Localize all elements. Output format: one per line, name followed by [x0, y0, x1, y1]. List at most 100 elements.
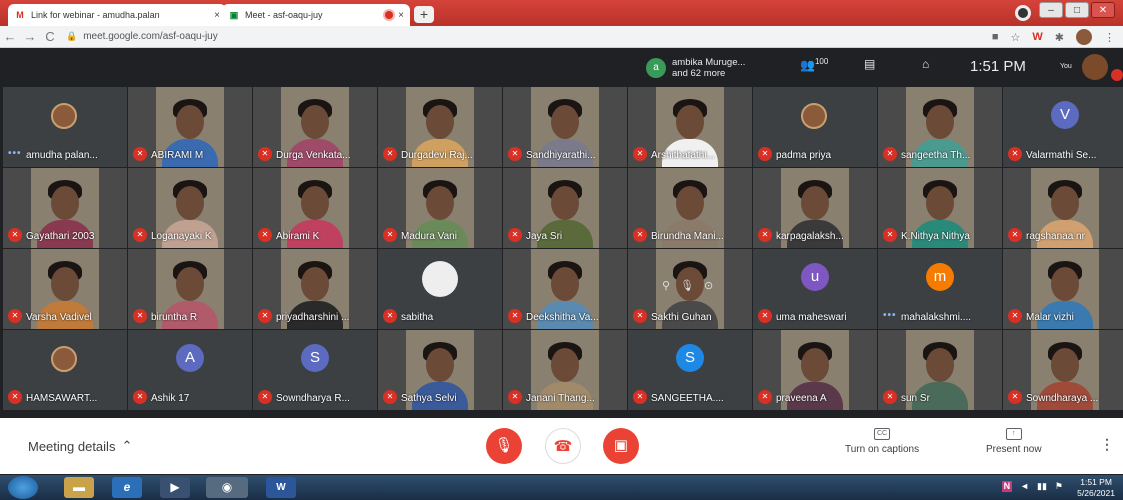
participant-tile[interactable]: ✕ Sandhiyarathi...	[503, 87, 627, 167]
participant-tile[interactable]: ✕ Madura Vani	[378, 168, 502, 248]
system-time: 1:51 PM	[1080, 477, 1112, 487]
back-icon[interactable]: ←	[0, 29, 20, 44]
muted-mic-icon: ✕	[8, 309, 22, 323]
participant-tile[interactable]: ✕ Arshithafathi...	[628, 87, 752, 167]
minimize-button[interactable]: –	[1039, 2, 1063, 18]
extension-w-icon[interactable]: W	[1032, 31, 1042, 43]
tab-meet[interactable]: ▣ Meet - asf-oaqu-juy ×	[222, 4, 410, 26]
leave-call-button[interactable]: ☎	[545, 428, 581, 464]
chat-icon[interactable]: ▤	[864, 57, 875, 71]
system-clock[interactable]: 1:51 PM 5/26/2021	[1077, 477, 1115, 499]
internet-explorer-icon[interactable]: e	[112, 477, 142, 498]
reload-icon[interactable]: C	[40, 29, 60, 44]
participant-tile[interactable]: m ••• mahalakshmi....	[878, 249, 1002, 329]
speaking-indicator-icon: •••	[8, 148, 22, 159]
participant-tile[interactable]: ✕ Birundha Mani...	[628, 168, 752, 248]
captions-button[interactable]: CC Turn on captions	[845, 428, 919, 455]
participant-tile[interactable]: ✕ ABIRAMI M	[128, 87, 252, 167]
participant-tile[interactable]: ✕ Deekshitha Va...	[503, 249, 627, 329]
participant-tile[interactable]: ✕ Varsha Vadivel	[3, 249, 127, 329]
volume-icon[interactable]: ◄	[1020, 481, 1029, 492]
muted-mic-icon: ✕	[258, 390, 272, 404]
participant-name: Sowndharya R...	[276, 393, 350, 404]
browser-menu-icon[interactable]: ⋮	[1104, 31, 1115, 44]
speaking-indicator-icon: •••	[883, 310, 897, 321]
participant-tile[interactable]: ✕ Abirami K	[253, 168, 377, 248]
participant-tile[interactable]: ✕ karpagalaksh...	[753, 168, 877, 248]
mic-off-icon: 🎙	[494, 437, 514, 454]
participant-name: Deekshitha Va...	[526, 312, 599, 323]
muted-mic-icon: ✕	[883, 228, 897, 242]
participants-count: 100	[814, 57, 829, 66]
tab-close-icon[interactable]: ×	[214, 10, 220, 21]
muted-mic-icon: ✕	[258, 147, 272, 161]
window-controls: – □ ✕	[1039, 2, 1115, 18]
participant-tile[interactable]: ✕ Gayathari 2003	[3, 168, 127, 248]
participant-tile[interactable]: ✕ HAMSAWART...	[3, 330, 127, 410]
participant-tile[interactable]: ✕ biruntha R	[128, 249, 252, 329]
file-explorer-icon[interactable]: ▬	[64, 477, 94, 498]
flag-icon[interactable]: ⚑	[1055, 481, 1063, 492]
participant-tile[interactable]: ✕ Sathya Selvi	[378, 330, 502, 410]
avatar: S	[301, 344, 329, 372]
participant-tile[interactable]: S ✕ Sowndharya R...	[253, 330, 377, 410]
participant-tile[interactable]: ✕ praveena A	[753, 330, 877, 410]
participant-tile[interactable]: ✕ K.Nithya Nithya	[878, 168, 1002, 248]
meeting-details-button[interactable]: Meeting details ⌃	[28, 438, 132, 454]
word-icon[interactable]: W	[266, 477, 296, 498]
avatar	[51, 346, 77, 372]
participant-tile[interactable]: ✕ priyadharshini ...	[253, 249, 377, 329]
participant-tile[interactable]: S ✕ SANGEETHA....	[628, 330, 752, 410]
activities-icon[interactable]: ⌂	[922, 57, 929, 71]
close-window-button[interactable]: ✕	[1091, 2, 1115, 18]
url-field[interactable]: 🔒 meet.google.com/asf-oaqu-juy	[66, 31, 218, 42]
participant-tile[interactable]: ✕ Durga Venkata...	[253, 87, 377, 167]
network-icon[interactable]: ▮▮	[1037, 481, 1047, 492]
media-player-icon[interactable]: ▶	[160, 477, 190, 498]
people-icon[interactable]: 👥100	[800, 57, 828, 72]
pin-icon[interactable]: ⚲	[662, 279, 670, 292]
participant-name: Sandhiyarathi...	[526, 150, 596, 161]
participant-tile[interactable]: ✕ Janani Thang...	[503, 330, 627, 410]
you-label: You	[1060, 63, 1072, 70]
participant-tile[interactable]: ✕ Jaya Sri	[503, 168, 627, 248]
maximize-button[interactable]: □	[1065, 2, 1089, 18]
tab-close-icon[interactable]: ×	[398, 10, 404, 21]
participant-tile[interactable]: ✕ sabitha	[378, 249, 502, 329]
new-tab-button[interactable]: +	[414, 6, 434, 23]
participant-tile[interactable]: ⚲ 🎙 ⊙ ✕ Sakthi Guhan	[628, 249, 752, 329]
camera-indicator-icon[interactable]: ■	[992, 31, 999, 43]
participant-tile[interactable]: ✕ padma priya	[753, 87, 877, 167]
participant-name: ragshanaa nr	[1026, 231, 1085, 242]
extensions-puzzle-icon[interactable]: ✱	[1055, 31, 1064, 44]
camera-off-button[interactable]: ▣	[603, 428, 639, 464]
browser-profile-icon[interactable]	[1015, 5, 1031, 21]
chrome-icon[interactable]: ◉	[206, 477, 248, 498]
more-options-icon[interactable]: ⋮	[1100, 436, 1114, 453]
tab-webinar-link[interactable]: M Link for webinar - amudha.palan ×	[8, 4, 226, 26]
forward-icon[interactable]: →	[20, 29, 40, 44]
participant-tile[interactable]: ••• amudha palan...	[3, 87, 127, 167]
participant-tile[interactable]: ✕ ragshanaa nr	[1003, 168, 1123, 248]
participant-tile[interactable]: u ✕ uma maheswari	[753, 249, 877, 329]
bookmark-star-icon[interactable]: ☆	[1011, 31, 1021, 44]
start-button[interactable]	[8, 476, 38, 499]
mute-participant-icon[interactable]: 🎙	[680, 279, 694, 292]
participant-tile[interactable]: ✕ Durgadevi Raj...	[378, 87, 502, 167]
self-video-avatar[interactable]	[1082, 54, 1108, 80]
mic-off-button[interactable]: 🎙	[486, 428, 522, 464]
participant-tile[interactable]: A ✕ Ashik 17	[128, 330, 252, 410]
participant-tile[interactable]: ✕ sun Sr	[878, 330, 1002, 410]
present-icon: ↑	[1005, 428, 1022, 440]
participant-tile[interactable]: ✕ Malar vizhi	[1003, 249, 1123, 329]
account-avatar-icon[interactable]	[1076, 29, 1092, 45]
participant-tile[interactable]: ✕ Sowndharaya ...	[1003, 330, 1123, 410]
more-options-icon[interactable]: ⊙	[704, 279, 713, 292]
participant-name: Varsha Vadivel	[26, 312, 92, 323]
participant-tile[interactable]: V ✕ Valarmathi Se...	[1003, 87, 1123, 167]
participant-tile[interactable]: ✕ sangeetha Th...	[878, 87, 1002, 167]
participant-tile[interactable]: ✕ Loganayaki K	[128, 168, 252, 248]
tray-n-icon[interactable]: N	[1001, 481, 1013, 492]
present-now-button[interactable]: ↑ Present now	[986, 428, 1042, 455]
avatar: u	[801, 263, 829, 291]
